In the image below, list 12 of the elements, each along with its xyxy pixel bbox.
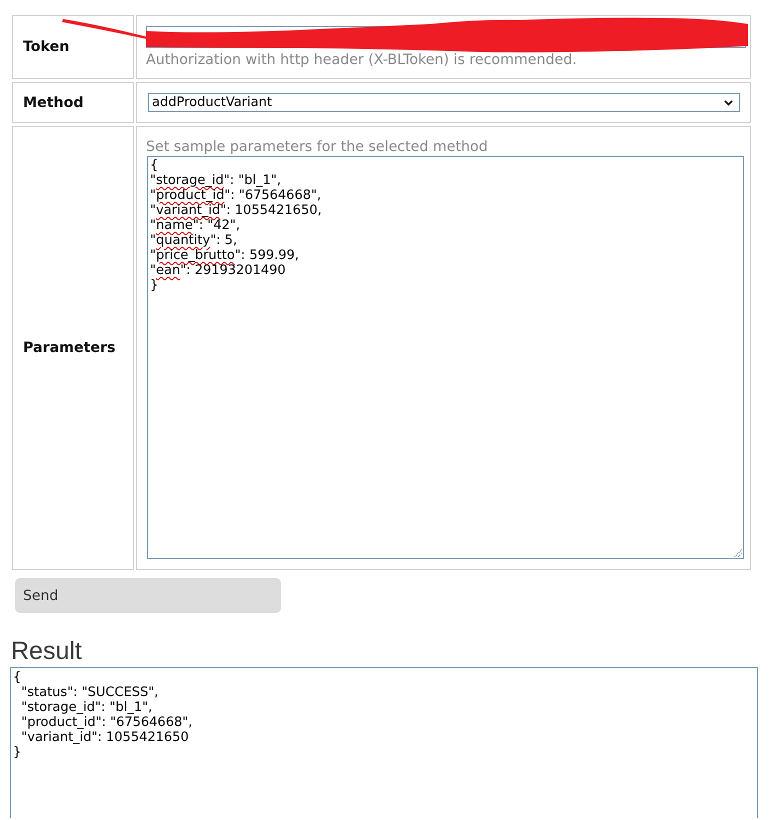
field-label: Token [23, 39, 70, 55]
resize-grip-icon[interactable] [734, 549, 742, 557]
send-button[interactable]: Send [15, 578, 281, 613]
field-label: Parameters [23, 340, 116, 356]
result-textarea[interactable]: { "status": "SUCCESS", "storage_id": "bl_1", "product_id": "67564668", "variant_id": 1055421650 } [10, 667, 758, 818]
token-hint: Authorization with http header (X-BLToken) is recommended. [146, 51, 578, 69]
method-select[interactable]: addProductVariant [148, 93, 740, 112]
result-heading: Result [11, 636, 82, 666]
parameters-hint: Set sample parameters for the selected method [146, 138, 489, 156]
field-label: Method [23, 94, 84, 110]
parameters-textarea[interactable]: { "storage_id": "bl_1", "product_id": "67564668", "variant_id": 1055421650, "name": "42", "quantity": 5, "price_brutto": 599.99, "ean": 29193201490 } [147, 156, 744, 559]
chevron-down-icon [724, 100, 733, 106]
